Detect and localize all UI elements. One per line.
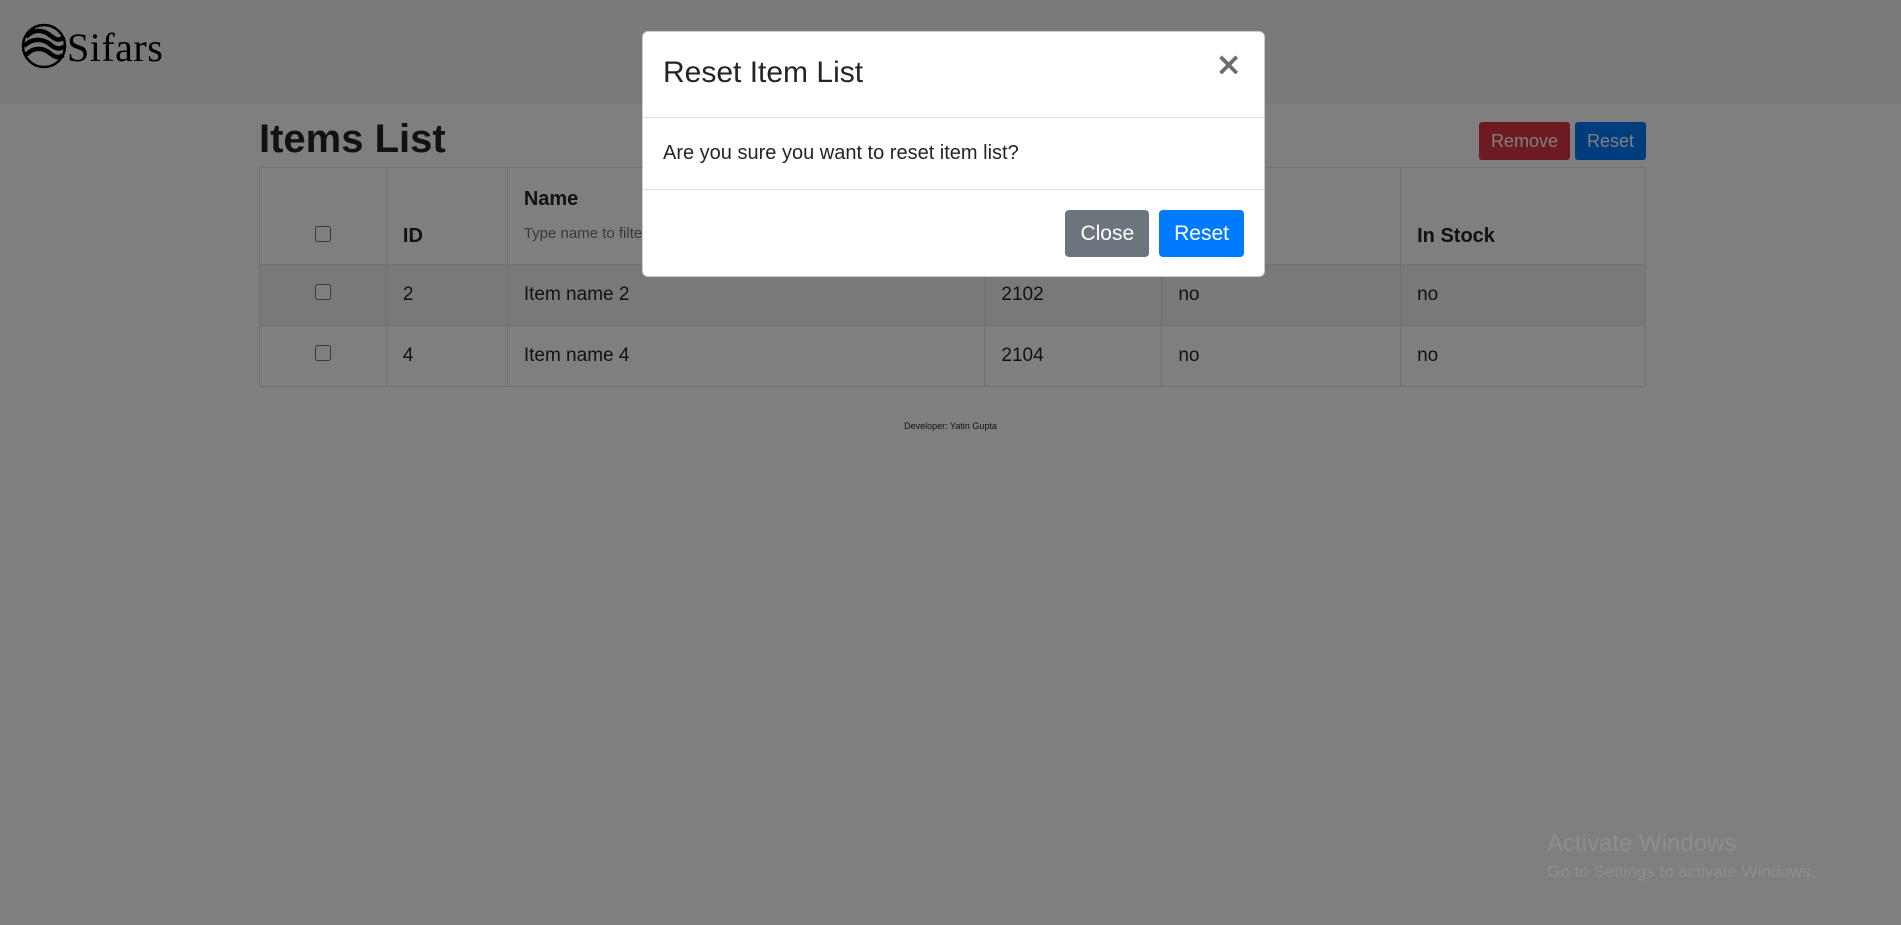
modal-message: Are you sure you want to reset item list… [663, 142, 1019, 164]
modal-reset-button[interactable]: Reset [1159, 210, 1244, 257]
modal-body: Are you sure you want to reset item list… [643, 118, 1264, 190]
modal-header: Reset Item List × [643, 32, 1264, 118]
modal-close-button[interactable]: Close [1065, 210, 1150, 257]
watermark-subtitle: Go to Settings to activate Windows. [1547, 861, 1816, 881]
reset-confirm-dialog: Reset Item List × Are you sure you want … [642, 31, 1265, 277]
close-icon[interactable]: × [1215, 48, 1242, 80]
modal-buttons: Close Reset [1065, 210, 1244, 257]
modal-title: Reset Item List [663, 56, 864, 89]
windows-activation-watermark: Activate Windows Go to Settings to activ… [1547, 830, 1815, 882]
watermark-title: Activate Windows [1547, 830, 1737, 857]
modal-footer: Close Reset [643, 190, 1264, 276]
